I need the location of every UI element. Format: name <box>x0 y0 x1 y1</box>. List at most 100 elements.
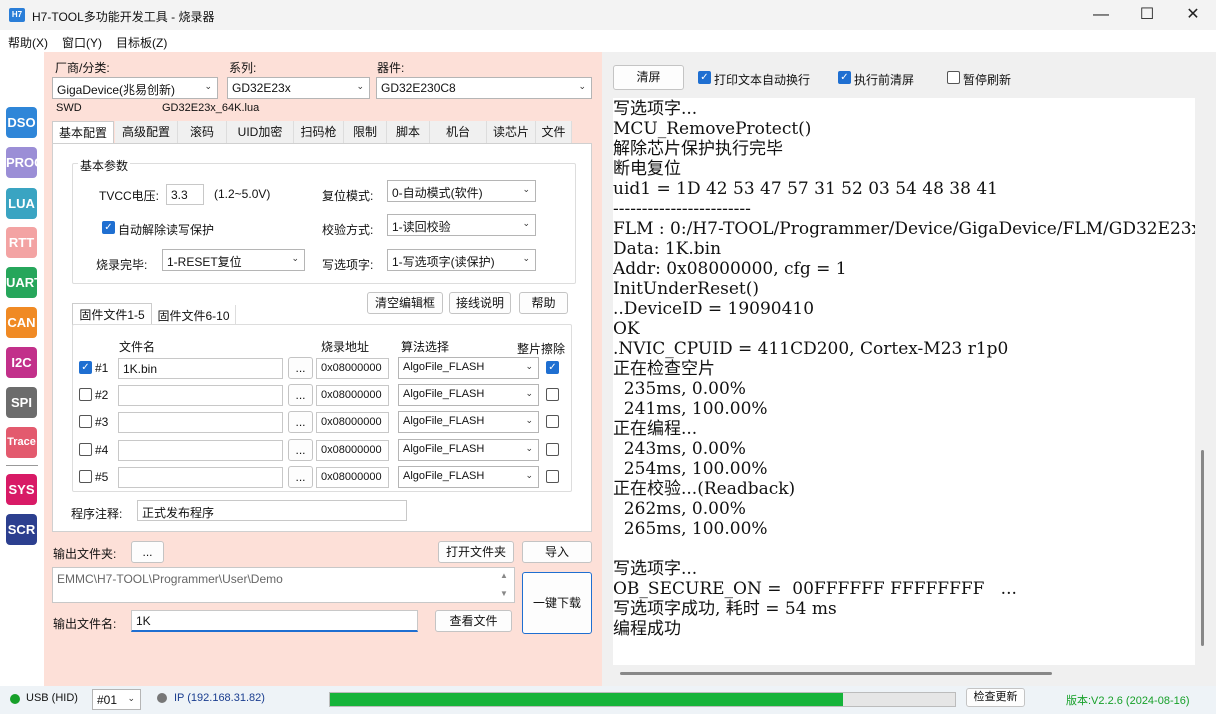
file-name-input[interactable] <box>118 467 283 488</box>
horizontal-scrollbar[interactable] <box>620 672 1052 675</box>
sidebar-item-scr[interactable]: SCR <box>6 514 37 545</box>
after-program-select[interactable]: 1-RESET复位 ⌄ <box>162 249 305 271</box>
file-browse-button[interactable]: ... <box>288 439 313 461</box>
file-address-input[interactable]: 0x08000000 <box>316 385 389 406</box>
console-output[interactable]: 写选项字... MCU_RemoveProtect() 解除芯片保护执行完毕 断… <box>613 98 1195 665</box>
reset-mode-label: 复位模式: <box>322 189 374 203</box>
file-browse-button[interactable]: ... <box>288 357 313 379</box>
pause-refresh-checkbox[interactable] <box>947 71 960 84</box>
algorithm-select[interactable]: AlgoFile_FLASH ⌄ <box>398 439 539 461</box>
sidebar-item-spi[interactable]: SPI <box>6 387 37 418</box>
file-enable-checkbox[interactable] <box>79 470 92 483</box>
ip-status-icon <box>157 693 167 703</box>
sidebar-item-uart[interactable]: UART <box>6 267 42 298</box>
vendor-label: 厂商/分类: <box>55 61 110 75</box>
algorithm-select[interactable]: AlgoFile_FLASH ⌄ <box>398 384 539 406</box>
file-address-input[interactable]: 0x08000000 <box>316 358 389 379</box>
sidebar-item-rtt[interactable]: RTT <box>6 227 37 258</box>
tab-advanced-config[interactable]: 高级配置 <box>115 121 178 144</box>
file-enable-checkbox[interactable] <box>79 443 92 456</box>
note-input[interactable]: 正式发布程序 <box>137 500 407 521</box>
file-address-input[interactable]: 0x08000000 <box>316 440 389 461</box>
clear-before-run-checkbox[interactable]: ✓ <box>838 71 851 84</box>
file-browse-button[interactable]: ... <box>288 411 313 433</box>
minimize-icon[interactable]: — <box>1078 0 1124 30</box>
close-icon[interactable]: ✕ <box>1170 0 1216 30</box>
file-browse-button[interactable]: ... <box>288 384 313 406</box>
file-enable-checkbox[interactable] <box>79 388 92 401</box>
after-program-label: 烧录完毕: <box>96 258 148 272</box>
import-button[interactable]: 导入 <box>522 541 592 563</box>
view-file-button[interactable]: 查看文件 <box>435 610 512 632</box>
clear-editor-button[interactable]: 清空编辑框 <box>367 292 443 314</box>
chip-erase-checkbox[interactable] <box>546 443 559 456</box>
tvcc-input[interactable]: 3.3 <box>166 184 204 205</box>
sidebar-item-lua[interactable]: LUA <box>6 188 37 219</box>
file-enable-checkbox[interactable]: ✓ <box>79 361 92 374</box>
tab-firmware-1-5[interactable]: 固件文件1-5 <box>72 303 152 325</box>
verify-select[interactable]: 1-读回校验 ⌄ <box>387 214 536 236</box>
wiring-guide-button[interactable]: 接线说明 <box>449 292 511 314</box>
port-select[interactable]: #01 ⌄ <box>92 689 141 710</box>
tab-rolling-code[interactable]: 滚码 <box>178 121 227 144</box>
output-path-field[interactable]: EMMC\H7-TOOL\Programmer\User\Demo <box>52 567 515 603</box>
chip-erase-checkbox[interactable] <box>546 470 559 483</box>
tab-read-chip[interactable]: 读芯片 <box>487 121 536 144</box>
menu-target-board[interactable]: 目标板(Z) <box>116 34 167 51</box>
file-name-input[interactable] <box>118 440 283 461</box>
check-update-button[interactable]: 检查更新 <box>966 688 1025 707</box>
file-address-input[interactable]: 0x08000000 <box>316 467 389 488</box>
chip-erase-checkbox[interactable]: ✓ <box>546 361 559 374</box>
algorithm-select[interactable]: AlgoFile_FLASH ⌄ <box>398 411 539 433</box>
auto-wrap-checkbox[interactable]: ✓ <box>698 71 711 84</box>
menu-window[interactable]: 窗口(Y) <box>62 34 102 51</box>
auto-unlock-checkbox[interactable]: ✓ <box>102 221 115 234</box>
chevron-down-icon: ⌄ <box>525 388 533 398</box>
file-name-input[interactable] <box>118 412 283 433</box>
output-name-input[interactable]: 1K <box>131 610 418 632</box>
chip-erase-checkbox[interactable] <box>546 415 559 428</box>
vendor-select[interactable]: GigaDevice(兆易创新) ⌄ <box>52 77 218 99</box>
file-browse-button[interactable]: ... <box>288 466 313 488</box>
output-name-label: 输出文件名: <box>53 617 117 631</box>
file-name-input[interactable]: 1K.bin <box>118 358 283 379</box>
output-folder-label: 输出文件夹: <box>53 547 117 561</box>
tab-scanner[interactable]: 扫码枪 <box>294 121 344 144</box>
scroll-up-icon[interactable]: ▲ <box>500 571 508 580</box>
open-folder-button[interactable]: 打开文件夹 <box>438 541 514 563</box>
tab-limit[interactable]: 限制 <box>344 121 387 144</box>
vertical-scrollbar[interactable] <box>1201 450 1204 646</box>
tab-script[interactable]: 脚本 <box>387 121 430 144</box>
scroll-down-icon[interactable]: ▼ <box>500 589 508 598</box>
reset-mode-select[interactable]: 0-自动模式(软件) ⌄ <box>387 180 536 202</box>
menu-help[interactable]: 帮助(X) <box>8 34 48 51</box>
sidebar-item-trace[interactable]: Trace <box>6 427 37 458</box>
tab-station[interactable]: 机台 <box>430 121 487 144</box>
tab-firmware-6-10[interactable]: 固件文件6-10 <box>152 305 236 325</box>
tab-basic-config[interactable]: 基本配置 <box>52 121 114 144</box>
sidebar-item-i2c[interactable]: I2C <box>6 347 37 378</box>
sidebar-item-prog[interactable]: PROG <box>6 147 44 178</box>
chip-erase-checkbox[interactable] <box>546 388 559 401</box>
sidebar-item-sys[interactable]: SYS <box>6 474 37 505</box>
part-select[interactable]: GD32E230C8 ⌄ <box>376 77 592 99</box>
series-select[interactable]: GD32E23x ⌄ <box>227 77 370 99</box>
tab-uid-encrypt[interactable]: UID加密 <box>227 121 294 144</box>
chevron-down-icon: ⌄ <box>525 415 533 425</box>
maximize-icon[interactable]: ☐ <box>1124 0 1170 30</box>
one-click-download-button[interactable]: 一键下载 <box>522 572 592 634</box>
file-enable-checkbox[interactable] <box>79 415 92 428</box>
help-button[interactable]: 帮助 <box>519 292 568 314</box>
tab-file[interactable]: 文件 <box>536 121 572 144</box>
sidebar-item-can[interactable]: CAN <box>6 307 37 338</box>
file-address-input[interactable]: 0x08000000 <box>316 412 389 433</box>
file-name-input[interactable] <box>118 385 283 406</box>
file-index-label: #4 <box>95 443 109 457</box>
sidebar-item-dso[interactable]: DSO <box>6 107 37 138</box>
option-byte-select[interactable]: 1-写选项字(读保护) ⌄ <box>387 249 536 271</box>
browse-folder-button[interactable]: ... <box>131 541 164 563</box>
algorithm-select[interactable]: AlgoFile_FLASH ⌄ <box>398 357 539 379</box>
algorithm-select[interactable]: AlgoFile_FLASH ⌄ <box>398 466 539 488</box>
clear-screen-button[interactable]: 清屏 <box>613 65 684 90</box>
chip-erase-header: 整片擦除 <box>517 342 566 356</box>
